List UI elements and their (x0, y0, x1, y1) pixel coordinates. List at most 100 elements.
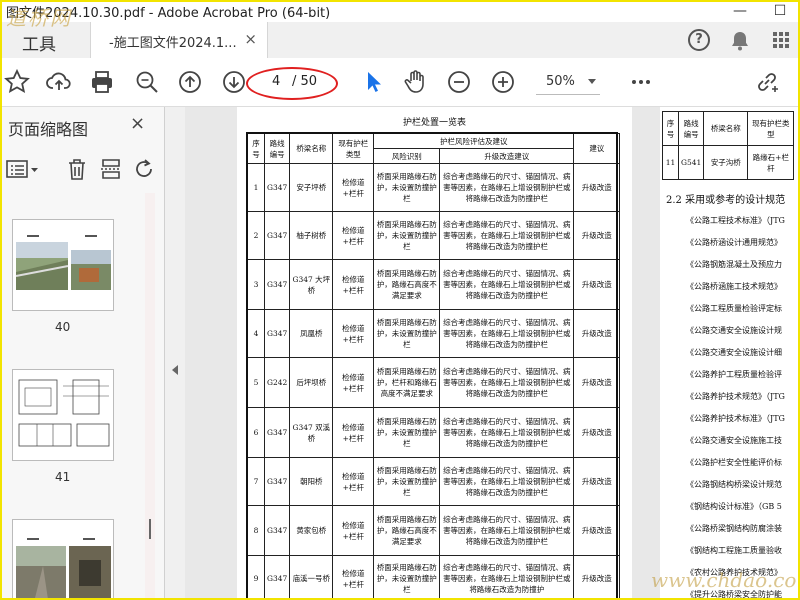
help-icon[interactable]: ? (688, 29, 710, 51)
header-bridge: 桥梁名称 (703, 111, 749, 146)
cell-bridge: 朝阳桥 (289, 457, 334, 506)
insert-page-icon[interactable] (100, 157, 122, 181)
guardrail-table-continued: 序号 路线编号 桥梁名称 现有护栏类型 11 G541 安子沟桥 路缘石+栏杆 (662, 111, 795, 180)
table-row: 2 G347 柚子树桥 检修道+栏杆 桥面采用路缘石防护，未设置防撞护栏 综合考虑路缘石的… (247, 211, 621, 260)
cell-current: 检修道+栏杆 (332, 505, 375, 556)
reference-item: 《农村公路养护技术规范》 (686, 568, 782, 577)
reference-item: 《公路钢筋混凝土及预应力 (686, 260, 782, 269)
reference-item: 《钢结构设计标准》（GB 5 (686, 502, 782, 511)
cell-bridge: 黄家包桥 (289, 505, 334, 556)
select-cursor-icon[interactable] (360, 69, 386, 95)
thumbnail-list: 40 41 (0, 193, 164, 600)
cell-no: 11 (662, 145, 679, 180)
cell-upgrade: 综合考虑路缘石的尺寸、锚固情况、病害等因素，在路缘石上增设钢制护栏或将路缘石改造… (439, 163, 575, 212)
thumbnail-image (16, 538, 111, 600)
document-canvas[interactable]: 护栏处置一览表 序号 路线编号 桥梁名称 现有护栏类型 护栏风险评估及建议 建议… (185, 107, 800, 600)
cell-current: 检修道+栏杆 (332, 211, 375, 260)
cell-advice: 升级改造 (573, 457, 621, 506)
thumbnail-page-42[interactable] (12, 519, 114, 600)
trash-icon[interactable] (66, 157, 88, 181)
cell-no: 9 (247, 555, 265, 600)
cell-route: G347 (263, 407, 291, 458)
reference-item: 《公路养护工程质量检验评 (686, 370, 782, 379)
next-page-icon[interactable] (221, 69, 247, 95)
close-panel-icon[interactable]: × (130, 113, 145, 134)
previous-page-icon[interactable] (177, 69, 203, 95)
cell-route: G242 (263, 357, 291, 408)
options-menu-icon[interactable] (6, 159, 40, 181)
apps-grid-icon[interactable] (772, 31, 790, 49)
reference-item: 《公路交通安全设施设计规 (686, 326, 782, 335)
cell-route: G541 (677, 145, 705, 180)
maximize-button[interactable]: ☐ (760, 0, 800, 22)
section-title: 2.2 采用或参考的设计规范 (666, 195, 786, 206)
reference-item: 《提升公路桥梁安全防护能 (686, 590, 782, 599)
zoom-dropdown[interactable]: 50% (536, 70, 600, 95)
cell-upgrade: 综合考虑路缘石的尺寸、锚固情况、病害等因素，在路缘石上增设钢制护栏或将路缘石改造… (439, 457, 575, 506)
cell-current: 检修道+栏杆 (332, 357, 375, 408)
table-row: 3 G347 G347 大坪桥 检修道+栏杆 桥面采用路缘石防护，路缘石高度不满足要求综… (247, 259, 621, 310)
cell-no: 2 (247, 211, 265, 260)
table-title: 护栏处置一览表 (402, 118, 466, 128)
reference-item: 《公路交通安全设施施工技 (686, 436, 782, 445)
reference-item: 《公路工程技术标准》（JTG (686, 216, 785, 225)
cell-bridge: 庙溪一号桥 (289, 555, 334, 600)
thumbnail-page-40[interactable] (12, 219, 114, 311)
reference-item: 《钢结构工程施工质量验收 (686, 546, 782, 555)
rotate-icon[interactable] (132, 157, 156, 181)
collapse-panel-button[interactable] (165, 107, 185, 600)
table-row: 1 G347 安子坪桥 检修道+栏杆 桥面采用路缘石防护，未设置防撞护栏 综合考虑路缘石的… (247, 163, 621, 212)
zoom-out-icon[interactable] (446, 69, 472, 95)
cell-upgrade: 综合考虑路缘石的尺寸、锚固情况、病害等因素，在路缘石上增设钢制护栏或将路缘石改造… (439, 211, 575, 260)
close-tab-icon[interactable]: × (244, 30, 257, 48)
bell-icon[interactable] (728, 29, 752, 53)
more-options-icon[interactable] (628, 69, 654, 95)
scrollbar-thumb[interactable] (149, 519, 151, 539)
reference-item: 《公路钢结构桥梁设计规范 (686, 480, 782, 489)
tab-document[interactable]: -施工图文件2024.1... × (90, 22, 268, 58)
cell-risk: 桥面采用路缘石防护，未设置防撞护栏 (373, 457, 441, 506)
cell-advice: 升级改造 (573, 357, 621, 408)
cell-route: G347 (263, 211, 291, 260)
tab-bar: 工具 -施工图文件2024.1... × ? (0, 22, 800, 59)
table-row: 4 G347 凤凰桥 检修道+栏杆 桥面采用路缘石防护，未设置防撞护栏 综合考虑路缘石的尺… (247, 309, 621, 358)
window-title: 图文件2024.10.30.pdf - Adobe Acrobat Pro (6… (6, 6, 331, 21)
zoom-search-icon[interactable] (134, 69, 160, 95)
print-icon[interactable] (89, 69, 115, 95)
minimize-button[interactable]: — (720, 0, 760, 22)
thumbnail-scrollbar[interactable] (145, 193, 155, 600)
reference-item: 《公路养护技术标准》（JTG (686, 414, 785, 423)
page-number-box[interactable]: 4 / 50 (254, 71, 324, 93)
cell-current: 检修道+栏杆 (332, 259, 375, 310)
cell-upgrade: 综合考虑路缘石的尺寸、锚固情况、病害等因素，在路缘石上增设钢制护栏或将路缘石改造… (439, 555, 575, 600)
cell-upgrade: 综合考虑路缘石的尺寸、锚固情况、病害等因素，在路缘石上增设钢制护栏或将路缘石改造… (439, 407, 575, 458)
cell-bridge: 凤凰桥 (289, 309, 334, 358)
star-icon[interactable] (4, 69, 30, 95)
page-number-input[interactable]: 4 (272, 74, 280, 89)
cell-upgrade: 综合考虑路缘石的尺寸、锚固情况、病害等因素，在路缘石上增设钢制护栏或将路缘石改造… (439, 357, 575, 408)
header-advice: 建议 (573, 133, 621, 164)
chevron-down-icon (588, 79, 596, 84)
cell-route: G347 (263, 555, 291, 600)
zoom-in-icon[interactable] (490, 69, 516, 95)
cell-current: 检修道+栏杆 (332, 309, 375, 358)
hand-tool-icon[interactable] (402, 69, 428, 95)
cell-risk: 桥面采用路缘石防护，路缘石高度不满足要求 (373, 505, 441, 556)
upload-cloud-icon[interactable] (46, 69, 72, 95)
cell-route: G347 (263, 309, 291, 358)
cell-current: 路缘石+栏杆 (747, 145, 795, 180)
reference-item: 《公路护栏安全性能评价标 (686, 458, 782, 467)
reference-item: 《公路养护技术规范》（JTG (686, 392, 785, 401)
cell-route: G347 (263, 457, 291, 506)
reference-item: 《公路桥涵施工技术规范》 (686, 282, 782, 291)
thumbnail-page-41[interactable] (12, 369, 114, 461)
cell-risk: 桥面采用路缘石防护，栏杆和路缘石高度不满足要求 (373, 357, 441, 408)
thumbnail-number: 40 (55, 320, 71, 334)
share-link-icon[interactable] (754, 69, 780, 95)
cell-advice: 升级改造 (573, 309, 621, 358)
cell-advice: 升级改造 (573, 211, 621, 260)
header-no: 序号 (247, 133, 265, 164)
cell-no: 4 (247, 309, 265, 358)
header-route: 路线编号 (677, 111, 705, 146)
tab-tools[interactable]: 工具 (22, 30, 56, 55)
